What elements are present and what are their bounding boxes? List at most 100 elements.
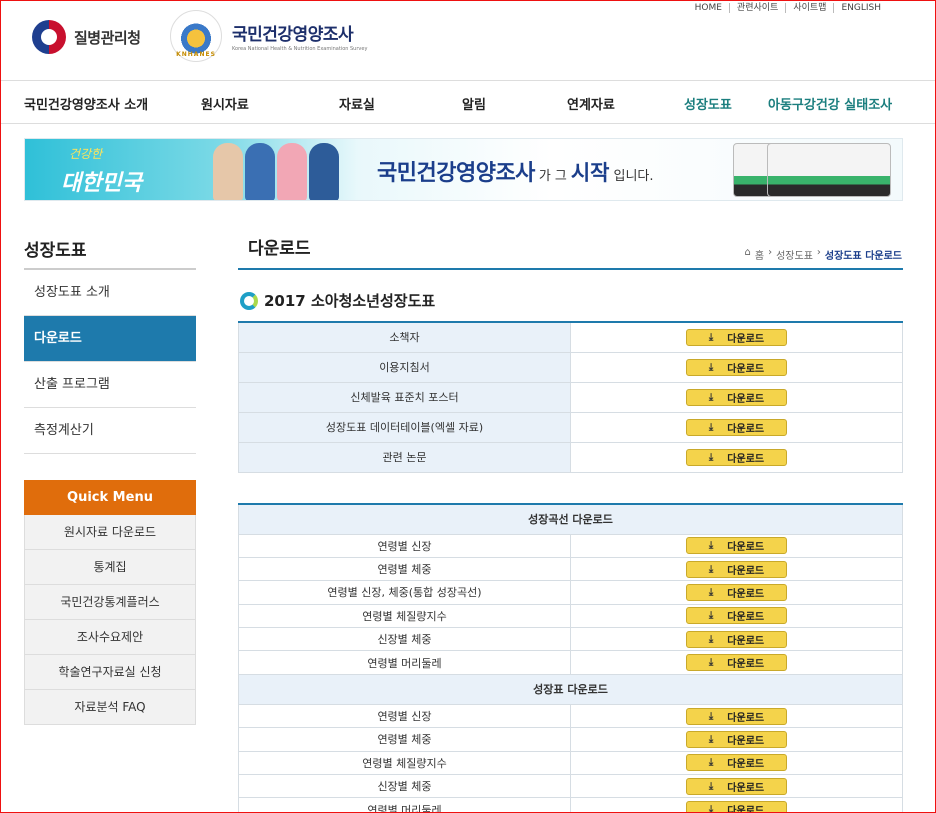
download-button[interactable]: ⤓ 다운로드 xyxy=(686,801,787,813)
table-row: 관련 논문 ⤓ 다운로드 xyxy=(238,441,903,473)
sidebar-item-program[interactable]: 산출 프로그램 xyxy=(24,362,196,408)
download-button[interactable]: ⤓ 다운로드 xyxy=(686,583,787,601)
main-banner: 건강한 대한민국 국민건강영양조사 가 그 시작 입니다. xyxy=(24,138,903,201)
download-cell: ⤓ 다운로드 xyxy=(570,650,903,675)
download-cell: ⤓ 다운로드 xyxy=(570,533,903,558)
row-label: 연령별 신장, 체중(통합 성장곡선) xyxy=(238,580,571,605)
download-cell: ⤓ 다운로드 xyxy=(570,351,903,383)
ring-icon xyxy=(240,291,258,310)
related-sites-link[interactable]: 관련사이트 xyxy=(728,3,785,13)
knhanes-seal-text: KNHANES xyxy=(176,51,216,58)
table-row: 연령별 신장 ⤓ 다운로드 xyxy=(238,533,903,558)
nav-intro[interactable]: 국민건강영양조사 소개 xyxy=(24,94,148,113)
download-cell: ⤓ 다운로드 xyxy=(570,797,903,813)
row-label: 신체발육 표준치 포스터 xyxy=(238,381,571,413)
sidebar-item-calculator[interactable]: 측정계산기 xyxy=(24,408,196,454)
nav-library[interactable]: 자료실 xyxy=(339,94,375,113)
table-row: 이용지침서 ⤓ 다운로드 xyxy=(238,351,903,383)
download-button[interactable]: ⤓ 다운로드 xyxy=(686,537,787,555)
banner-slogan-line1: 건강한 xyxy=(69,147,103,161)
quick-menu-item[interactable]: 자료분석 FAQ xyxy=(24,690,196,725)
nav-child-oral-health[interactable]: 아동구강건강 실태조사 xyxy=(768,94,892,113)
download-cell: ⤓ 다운로드 xyxy=(570,627,903,652)
download-cell: ⤓ 다운로드 xyxy=(570,580,903,605)
english-link[interactable]: ENGLISH xyxy=(833,3,888,13)
title-divider xyxy=(238,268,903,270)
banner-msg-start: 시작 xyxy=(570,161,610,185)
download-label: 다운로드 xyxy=(727,363,765,375)
banner-message: 국민건강영양조사 가 그 시작 입니다. xyxy=(377,155,654,187)
banner-people-image xyxy=(213,143,339,200)
download-button[interactable]: ⤓ 다운로드 xyxy=(686,707,787,725)
knhanes-logo[interactable]: KNHANES 국민건강영양조사 Korea National Health &… xyxy=(170,10,367,62)
quick-menu-item[interactable]: 통계집 xyxy=(24,550,196,585)
download-cell: ⤓ 다운로드 xyxy=(570,774,903,799)
nav-notice[interactable]: 알림 xyxy=(462,94,486,113)
section-title: 2017 소아청소년성장도표 xyxy=(240,290,435,311)
download-icon: ⤓ xyxy=(708,586,714,598)
sidebar-title: 성장도표 xyxy=(24,241,87,261)
row-label: 관련 논문 xyxy=(238,441,571,473)
download-cell: ⤓ 다운로드 xyxy=(570,603,903,629)
download-icon: ⤓ xyxy=(708,361,714,373)
download-icon: ⤓ xyxy=(708,733,714,745)
download-button[interactable]: ⤓ 다운로드 xyxy=(686,388,787,406)
download-icon: ⤓ xyxy=(708,610,714,622)
docs-download-table: 소책자 ⤓ 다운로드 이용지침서 ⤓ 다운로드 신체발육 표준치 포스터 ⤓ 다운로드 성장도표 … xyxy=(238,321,903,473)
sidebar-item-intro[interactable]: 성장도표 소개 xyxy=(24,270,196,316)
breadcrumb-home[interactable]: 홈 xyxy=(755,247,764,262)
download-label: 다운로드 xyxy=(727,735,765,747)
download-button[interactable]: ⤓ 다운로드 xyxy=(686,607,787,625)
download-button[interactable]: ⤓ 다운로드 xyxy=(686,730,787,748)
download-icon: ⤓ xyxy=(708,710,714,722)
download-label: 다운로드 xyxy=(727,659,765,671)
nav-growth-chart[interactable]: 성장도표 xyxy=(684,94,732,113)
table-row: 연령별 체중 ⤓ 다운로드 xyxy=(238,727,903,752)
download-label: 다운로드 xyxy=(727,333,765,345)
download-button[interactable]: ⤓ 다운로드 xyxy=(686,777,787,795)
download-button[interactable]: ⤓ 다운로드 xyxy=(686,654,787,672)
sidebar-item-download[interactable]: 다운로드 xyxy=(24,316,196,362)
row-label: 연령별 신장 xyxy=(238,703,571,729)
table-row: 연령별 머리둘레 ⤓ 다운로드 xyxy=(238,650,903,675)
banner-msg-survey: 국민건강영양조사 xyxy=(377,161,535,186)
home-icon[interactable]: ⌂ xyxy=(745,247,751,262)
banner-msg-geu: 그 xyxy=(554,169,567,184)
taegeuk-icon xyxy=(32,20,66,54)
download-button[interactable]: ⤓ 다운로드 xyxy=(686,328,787,346)
download-icon: ⤓ xyxy=(708,391,714,403)
quick-menu-item[interactable]: 조사수요제안 xyxy=(24,620,196,655)
breadcrumb: ⌂ 홈 › 성장도표 › 성장도표 다운로드 xyxy=(745,247,902,262)
kdca-logo[interactable]: 질병관리청 xyxy=(32,20,141,54)
quick-menu-item[interactable]: 국민건강통계플러스 xyxy=(24,585,196,620)
download-icon: ⤓ xyxy=(708,563,714,575)
table-row: 연령별 체질량지수 ⤓ 다운로드 xyxy=(238,603,903,629)
quick-menu-title: Quick Menu xyxy=(24,480,196,515)
page-title: 다운로드 xyxy=(248,239,311,259)
row-label: 소책자 xyxy=(238,321,571,353)
banner-msg-ga: 가 xyxy=(538,169,551,184)
group-header: 성장곡선 다운로드 xyxy=(238,503,903,535)
table-row: 연령별 체중 ⤓ 다운로드 xyxy=(238,556,903,582)
quick-menu-item[interactable]: 원시자료 다운로드 xyxy=(24,515,196,550)
row-label: 이용지침서 xyxy=(238,351,571,383)
home-link[interactable]: HOME xyxy=(688,3,729,13)
banner-msg-end: 입니다. xyxy=(613,169,654,184)
download-icon: ⤓ xyxy=(708,451,714,463)
table-row: 성장도표 데이터테이블(엑셀 자료) ⤓ 다운로드 xyxy=(238,411,903,443)
download-icon: ⤓ xyxy=(708,804,714,813)
download-button[interactable]: ⤓ 다운로드 xyxy=(686,448,787,466)
download-button[interactable]: ⤓ 다운로드 xyxy=(686,630,787,648)
nav-raw-data[interactable]: 원시자료 xyxy=(201,94,249,113)
quick-menu-item[interactable]: 학술연구자료실 신청 xyxy=(24,655,196,690)
sitemap-link[interactable]: 사이트맵 xyxy=(785,3,833,13)
download-button[interactable]: ⤓ 다운로드 xyxy=(686,560,787,578)
download-label: 다운로드 xyxy=(727,612,765,624)
nav-linked-data[interactable]: 연계자료 xyxy=(567,94,615,113)
download-button[interactable]: ⤓ 다운로드 xyxy=(686,754,787,772)
download-button[interactable]: ⤓ 다운로드 xyxy=(686,418,787,436)
download-button[interactable]: ⤓ 다운로드 xyxy=(686,358,787,376)
table-row: 연령별 체질량지수 ⤓ 다운로드 xyxy=(238,750,903,776)
kdca-name: 질병관리청 xyxy=(74,28,141,47)
breadcrumb-growth[interactable]: 성장도표 xyxy=(776,247,813,262)
